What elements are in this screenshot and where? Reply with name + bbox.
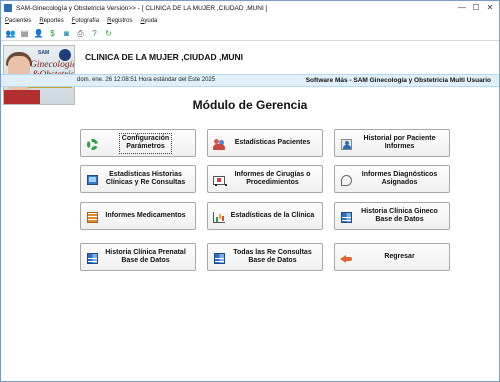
estadisticas-historias-text: Estadísticas Historias Clínicas y Re Con… bbox=[105, 170, 186, 187]
todas-reconsultas-bd-button[interactable]: Todas las Re Consultas Base de Datos bbox=[207, 243, 323, 271]
menu-fotografia[interactable]: Fotografía bbox=[72, 18, 99, 24]
historia-prenatal-bd-text: Historia Clínica Prenatal Base de Datos bbox=[105, 248, 186, 265]
historial-paciente-informes-text: Historial por Paciente Informes bbox=[363, 134, 436, 151]
money-icon[interactable]: $ bbox=[47, 28, 58, 39]
monitor-icon-shape bbox=[86, 175, 98, 185]
current-datetime: dom. ene. 26 12:08:51 Hora estándar del … bbox=[77, 77, 216, 83]
ambulance-icon-shape bbox=[213, 175, 227, 186]
informes-diagnosticos-button[interactable]: Informes Diagnósticos Asignados bbox=[334, 165, 450, 193]
estadisticas-pacientes-label: Estadísticas Pacientes bbox=[226, 130, 319, 156]
informes-cirugias-text: Informes de Cirugías o Procedimientos bbox=[234, 170, 311, 187]
list-icon bbox=[86, 211, 98, 223]
regresar-text: Regresar bbox=[384, 252, 415, 260]
logo-sam-text: SAM bbox=[38, 50, 50, 56]
estadisticas-pacientes-text: Estadísticas Pacientes bbox=[234, 138, 311, 146]
title-bar: SAM-Ginecología y Obstetricia Versión>> … bbox=[1, 1, 499, 15]
patient-record-icon-shape bbox=[340, 138, 352, 150]
list-icon-shape bbox=[86, 211, 98, 223]
app-window: SAM-Ginecología y Obstetricia Versión>> … bbox=[0, 0, 500, 382]
users-icon[interactable]: 👤 bbox=[33, 28, 44, 39]
informes-cirugias-label: Informes de Cirugías o Procedimientos bbox=[226, 166, 319, 192]
monitor-icon bbox=[86, 174, 98, 186]
historia-gineco-bd-text: Historia Clínica Gineco Base de Datos bbox=[361, 207, 438, 224]
software-name: Software Más - SAM Ginecología y Obstetr… bbox=[305, 77, 491, 84]
menu-reportes[interactable]: Reportes bbox=[39, 18, 63, 24]
database-grid-icon-shape bbox=[340, 211, 352, 223]
menu-ayuda[interactable]: Ayuda bbox=[140, 18, 157, 24]
help-icon[interactable]: ? bbox=[89, 28, 100, 39]
historia-prenatal-bd-label: Historia Clínica Prenatal Base de Datos bbox=[99, 244, 192, 270]
bar-chart-icon bbox=[213, 211, 225, 223]
configuracion-parametros-button[interactable]: Configuración Parámetros bbox=[80, 129, 196, 157]
ambulance-icon bbox=[213, 174, 227, 186]
window-title: SAM-Ginecología y Obstetricia Versión>> … bbox=[16, 4, 268, 12]
refresh-icon[interactable]: ↻ bbox=[103, 28, 114, 39]
informes-diagnosticos-label: Informes Diagnósticos Asignados bbox=[353, 166, 446, 192]
informes-diagnosticos-text: Informes Diagnósticos Asignados bbox=[361, 170, 438, 187]
configuracion-parametros-label: Configuración Parámetros bbox=[99, 130, 192, 156]
info-bar: dom. ene. 26 12:08:51 Hora estándar del … bbox=[1, 74, 499, 87]
estadisticas-pacientes-button[interactable]: Estadísticas Pacientes bbox=[207, 129, 323, 157]
minimize-button[interactable]: — bbox=[455, 2, 469, 13]
informes-cirugias-button[interactable]: Informes de Cirugías o Procedimientos bbox=[207, 165, 323, 193]
app-icon bbox=[4, 4, 12, 12]
clinic-banner: SAM Ginecología &Obstetricia CLINICA DE … bbox=[1, 44, 499, 105]
module-title: Módulo de Gerencia bbox=[192, 98, 308, 112]
stethoscope-icon bbox=[340, 174, 352, 186]
close-button[interactable]: ✕ bbox=[483, 2, 497, 13]
database-grid-icon-shape bbox=[86, 252, 98, 264]
printer-icon[interactable]: ⎙ bbox=[75, 28, 86, 39]
stethoscope-icon-shape bbox=[340, 174, 352, 186]
people-icon bbox=[213, 138, 225, 150]
people-icon-shape bbox=[213, 138, 225, 150]
menu-registros[interactable]: Registros bbox=[107, 18, 132, 24]
historial-paciente-informes-button[interactable]: Historial por Paciente Informes bbox=[334, 129, 450, 157]
patients-icon[interactable]: 👥 bbox=[5, 28, 16, 39]
todas-reconsultas-bd-text: Todas las Re Consultas Base de Datos bbox=[233, 248, 312, 265]
database-grid-icon-shape bbox=[213, 252, 225, 264]
estadisticas-clinica-label: Estadísticas de la Clínica bbox=[226, 203, 319, 229]
patient-record-icon bbox=[340, 138, 352, 150]
database-grid-icon bbox=[213, 252, 225, 264]
regresar-label: Regresar bbox=[353, 244, 446, 270]
historia-gineco-bd-label: Historia Clínica Gineco Base de Datos bbox=[353, 203, 446, 229]
menu-registros-label: egistros bbox=[111, 17, 133, 24]
window-controls: — ☐ ✕ bbox=[455, 2, 497, 13]
logo-title-line1: Ginecología bbox=[30, 60, 75, 70]
database-grid-icon bbox=[86, 252, 98, 264]
menu-ayuda-label: yuda bbox=[144, 17, 158, 24]
camera-icon[interactable]: ◙ bbox=[61, 28, 72, 39]
back-arrow-icon bbox=[340, 252, 352, 264]
informes-medicamentos-label: Informes Medicamentos bbox=[99, 203, 192, 229]
database-grid-icon bbox=[340, 211, 352, 223]
configuracion-parametros-text: Configuración Parámetros bbox=[118, 132, 173, 154]
menu-reportes-label: eportes bbox=[43, 17, 64, 24]
maximize-button[interactable]: ☐ bbox=[469, 2, 483, 13]
back-arrow-icon-shape bbox=[340, 253, 352, 263]
historial-paciente-informes-label: Historial por Paciente Informes bbox=[353, 130, 446, 156]
menu-pacientes-label: acientes bbox=[9, 17, 32, 24]
historia-gineco-bd-button[interactable]: Historia Clínica Gineco Base de Datos bbox=[334, 202, 450, 230]
clinic-name: CLINICA DE LA MUJER ,CIUDAD ,MUNI bbox=[85, 52, 244, 62]
bar-chart-icon-shape bbox=[213, 211, 225, 223]
gear-icon bbox=[86, 138, 98, 150]
gear-icon-shape bbox=[86, 138, 98, 150]
toolbar: 👥 ▤ 👤 $ ◙ ⎙? ↻ bbox=[1, 26, 499, 41]
estadisticas-clinica-text: Estadísticas de la Clínica bbox=[230, 211, 315, 219]
estadisticas-historias-label: Estadísticas Historias Clínicas y Re Con… bbox=[99, 166, 192, 192]
informes-medicamentos-text: Informes Medicamentos bbox=[105, 211, 186, 219]
menu-pacientes[interactable]: Pacientes bbox=[5, 18, 31, 24]
informes-medicamentos-button[interactable]: Informes Medicamentos bbox=[80, 202, 196, 230]
historia-prenatal-bd-button[interactable]: Historia Clínica Prenatal Base de Datos bbox=[80, 243, 196, 271]
menu-bar: Pacientes Reportes Fotografía Registros … bbox=[1, 15, 499, 26]
regresar-button[interactable]: Regresar bbox=[334, 243, 450, 271]
todas-reconsultas-bd-label: Todas las Re Consultas Base de Datos bbox=[226, 244, 319, 270]
menu-fotografia-label: otografía bbox=[75, 17, 100, 24]
estadisticas-clinica-button[interactable]: Estadísticas de la Clínica bbox=[207, 202, 323, 230]
estadisticas-historias-button[interactable]: Estadísticas Historias Clínicas y Re Con… bbox=[80, 165, 196, 193]
document-icon[interactable]: ▤ bbox=[19, 28, 30, 39]
